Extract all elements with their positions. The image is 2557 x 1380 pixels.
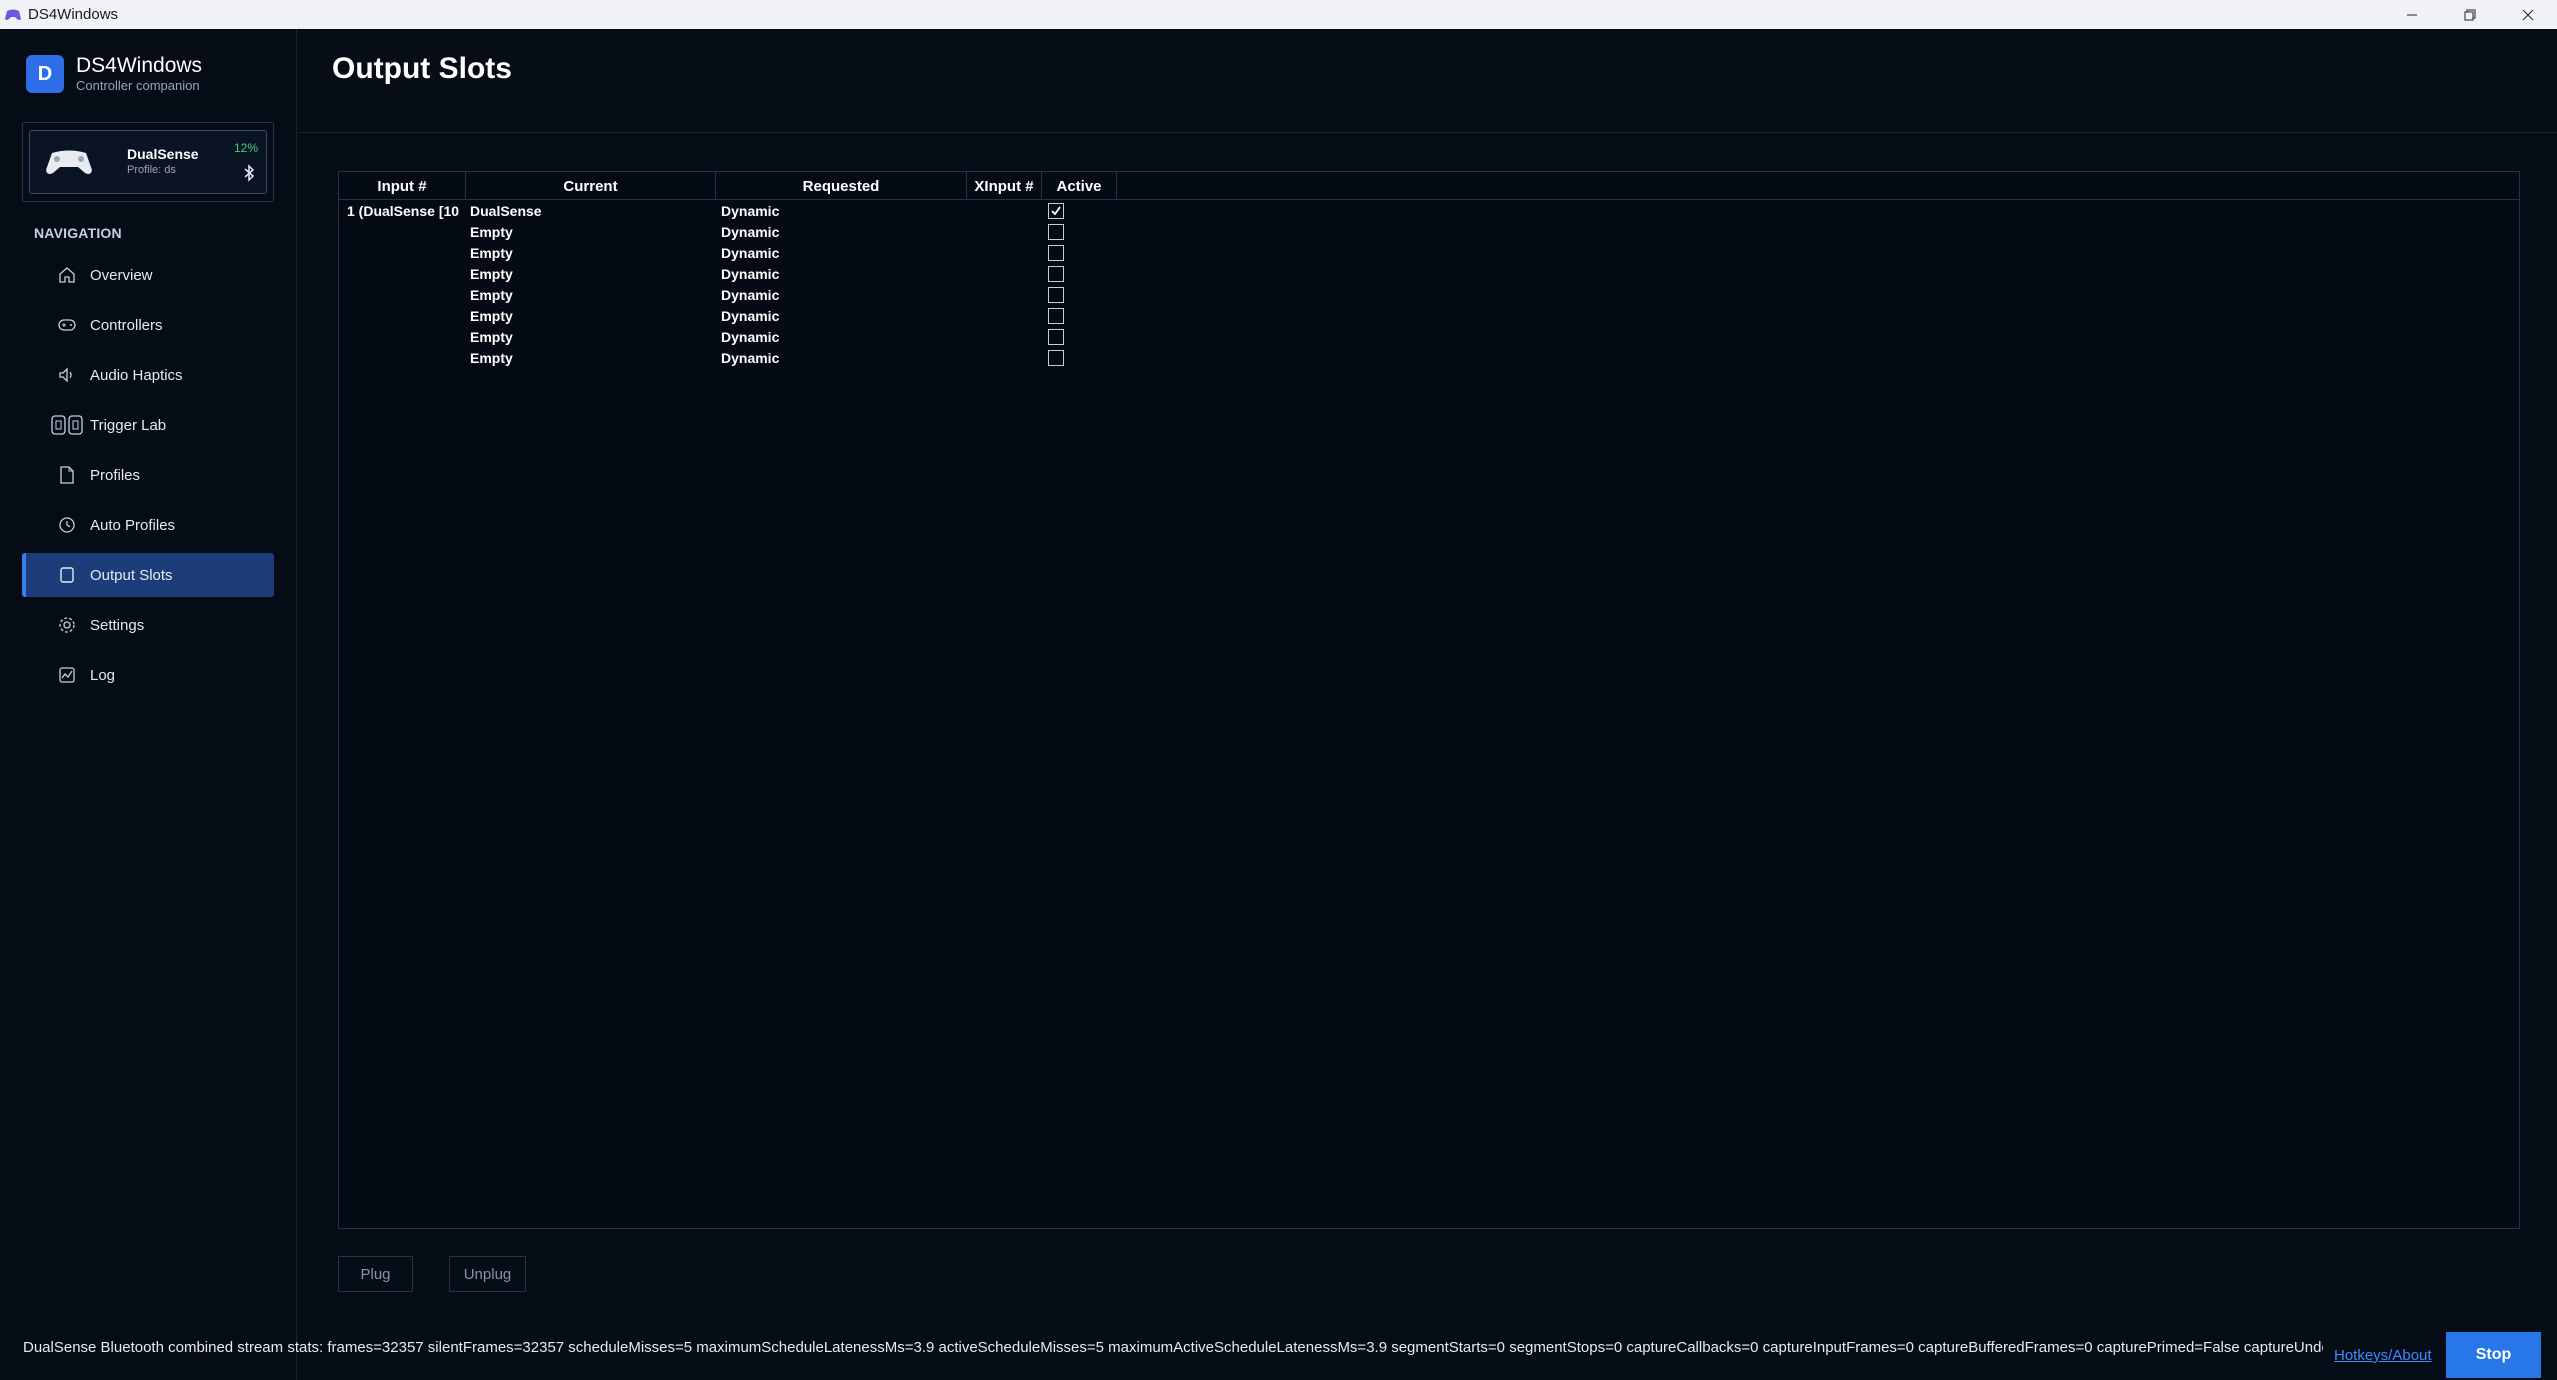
speaker-icon xyxy=(56,364,78,386)
column-header-active[interactable]: Active xyxy=(1042,172,1117,200)
stop-button[interactable]: Stop xyxy=(2446,1332,2541,1378)
cell-input: 1 (DualSense [10 xyxy=(347,203,460,219)
cell-current: Empty xyxy=(470,266,513,282)
active-checkbox[interactable] xyxy=(1048,224,1064,240)
brand-logo-icon: D xyxy=(26,55,64,93)
page-title: Output Slots xyxy=(332,52,512,85)
active-checkbox[interactable] xyxy=(1048,308,1064,324)
restore-icon[interactable] xyxy=(2441,0,2499,29)
active-checkbox[interactable] xyxy=(1048,266,1064,282)
bluetooth-icon xyxy=(243,164,255,182)
sidebar-item-log[interactable]: Log xyxy=(22,653,274,697)
unplug-button[interactable]: Unplug xyxy=(449,1256,526,1292)
device-name: DualSense xyxy=(127,146,199,162)
nav-heading: NAVIGATION xyxy=(34,225,122,241)
sidebar-item-label: Controllers xyxy=(90,316,163,334)
cell-current: Empty xyxy=(470,308,513,324)
sidebar-item-label: Settings xyxy=(90,616,145,634)
active-checkbox[interactable] xyxy=(1048,329,1064,345)
table-row[interactable]: Empty Dynamic xyxy=(339,306,1339,327)
cell-current: Empty xyxy=(470,329,513,345)
cell-requested[interactable]: Dynamic xyxy=(721,287,779,303)
sidebar-item-audio-haptics[interactable]: Audio Haptics xyxy=(22,353,274,397)
status-bar-text: DualSense Bluetooth combined stream stat… xyxy=(23,1339,2323,1356)
device-profile: Profile: ds xyxy=(127,164,176,176)
column-header-requested[interactable]: Requested xyxy=(716,172,967,200)
cell-current: DualSense xyxy=(470,203,542,219)
sidebar-item-controllers[interactable]: Controllers xyxy=(22,303,274,347)
cell-requested[interactable]: Dynamic xyxy=(721,308,779,324)
active-checkbox[interactable] xyxy=(1048,203,1064,219)
brand: D DS4Windows Controller companion xyxy=(26,54,202,94)
table-row[interactable]: Empty Dynamic xyxy=(339,264,1339,285)
controller-image-icon xyxy=(44,148,94,178)
cell-requested[interactable]: Dynamic xyxy=(721,329,779,345)
active-checkbox[interactable] xyxy=(1048,350,1064,366)
sidebar-item-auto-profiles[interactable]: Auto Profiles xyxy=(22,503,274,547)
table-row[interactable]: 1 (DualSense [10 DualSense Dynamic xyxy=(339,201,1339,222)
slot-icon xyxy=(56,564,78,586)
device-card-inner[interactable]: DualSense Profile: ds 12% xyxy=(29,130,267,194)
sidebar-item-label: Trigger Lab xyxy=(90,416,167,434)
gear-icon xyxy=(56,614,78,636)
chart-icon xyxy=(56,664,78,686)
device-card[interactable]: DualSense Profile: ds 12% xyxy=(22,122,274,202)
table-body: 1 (DualSense [10 DualSense Dynamic Empty… xyxy=(339,201,1339,369)
brand-name: DS4Windows xyxy=(76,54,203,77)
check-icon xyxy=(1051,206,1061,216)
home-icon xyxy=(56,264,78,286)
document-icon xyxy=(56,464,78,486)
sidebar-item-output-slots[interactable]: Output Slots xyxy=(22,553,274,597)
active-checkbox[interactable] xyxy=(1048,245,1064,261)
active-checkbox[interactable] xyxy=(1048,287,1064,303)
table-row[interactable]: Empty Dynamic xyxy=(339,285,1339,306)
table-header: Input # Current Requested XInput # Activ… xyxy=(339,172,2519,200)
brand-subtitle: Controller companion xyxy=(76,78,200,93)
cell-requested[interactable]: Dynamic xyxy=(721,224,779,240)
battery-level: 12% xyxy=(233,141,258,155)
sidebar-item-overview[interactable]: Overview xyxy=(22,253,274,297)
sidebar-item-settings[interactable]: Settings xyxy=(22,603,274,647)
sidebar-item-trigger-lab[interactable]: Trigger Lab xyxy=(22,403,274,447)
hotkeys-about-link[interactable]: Hotkeys/About xyxy=(2334,1347,2432,1364)
minimize-icon[interactable] xyxy=(2383,0,2441,29)
sidebar-item-label: Audio Haptics xyxy=(90,366,183,384)
table-row[interactable]: Empty Dynamic xyxy=(339,243,1339,264)
column-header-input[interactable]: Input # xyxy=(339,172,466,200)
cell-requested[interactable]: Dynamic xyxy=(721,350,779,366)
cell-current: Empty xyxy=(470,287,513,303)
output-slots-table[interactable]: Input # Current Requested XInput # Activ… xyxy=(338,171,2520,1229)
column-header-xinput[interactable]: XInput # xyxy=(967,172,1042,200)
cell-current: Empty xyxy=(470,245,513,261)
app-gamepad-icon xyxy=(4,6,22,24)
close-icon[interactable] xyxy=(2499,0,2557,29)
clock-icon xyxy=(56,514,78,536)
gamepad-icon xyxy=(56,314,78,336)
sidebar-item-label: Log xyxy=(90,666,116,684)
triggers-icon xyxy=(50,414,84,436)
divider xyxy=(298,132,2557,133)
table-row[interactable]: Empty Dynamic xyxy=(339,222,1339,243)
sidebar-item-label: Overview xyxy=(90,266,153,284)
cell-requested[interactable]: Dynamic xyxy=(721,266,779,282)
cell-requested[interactable]: Dynamic xyxy=(721,245,779,261)
cell-current: Empty xyxy=(470,224,513,240)
title-bar: DS4Windows xyxy=(0,0,2557,29)
table-row[interactable]: Empty Dynamic xyxy=(339,327,1339,348)
column-header-current[interactable]: Current xyxy=(466,172,716,200)
plug-button[interactable]: Plug xyxy=(338,1256,413,1292)
window-title: DS4Windows xyxy=(28,6,119,23)
cell-requested[interactable]: Dynamic xyxy=(721,203,779,219)
sidebar-nav: Overview Controllers Audio Haptics Trigg… xyxy=(22,253,274,703)
sidebar-item-label: Profiles xyxy=(90,466,141,484)
sidebar-item-label: Output Slots xyxy=(90,566,173,584)
sidebar-item-profiles[interactable]: Profiles xyxy=(22,453,274,497)
sidebar: D DS4Windows Controller companion DualSe… xyxy=(0,29,297,1380)
sidebar-item-label: Auto Profiles xyxy=(90,516,176,534)
cell-current: Empty xyxy=(470,350,513,366)
table-row[interactable]: Empty Dynamic xyxy=(339,348,1339,369)
